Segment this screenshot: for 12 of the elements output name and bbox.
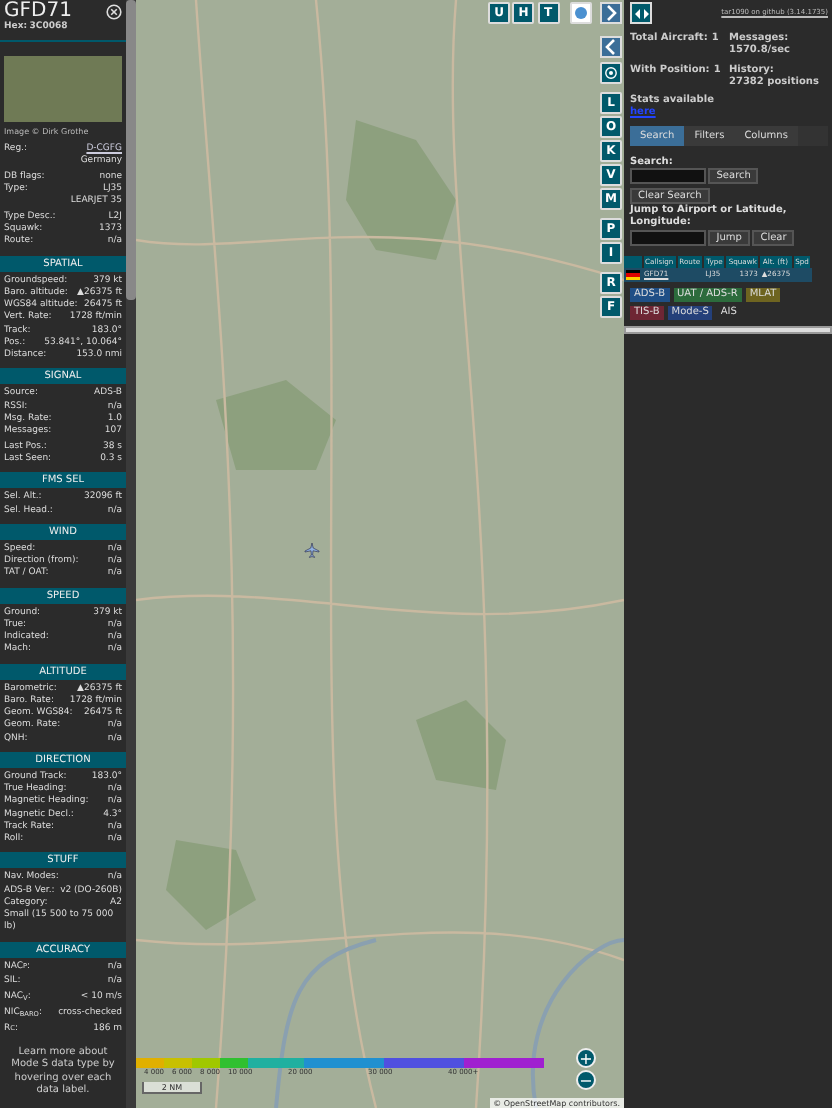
panel-toggle-button[interactable] [630,2,652,24]
locate-button[interactable] [600,62,622,84]
jump-field[interactable] [630,230,706,246]
collapse-button[interactable] [600,36,622,58]
callsign-title: GFD71 [4,0,72,22]
close-icon[interactable] [106,4,122,20]
aircraft-icon[interactable] [304,542,320,558]
layers-button[interactable] [569,2,592,24]
flag-icon [626,270,640,280]
expand-button[interactable] [600,2,622,24]
photo-placeholder [4,55,122,122]
search-field[interactable] [630,168,706,184]
